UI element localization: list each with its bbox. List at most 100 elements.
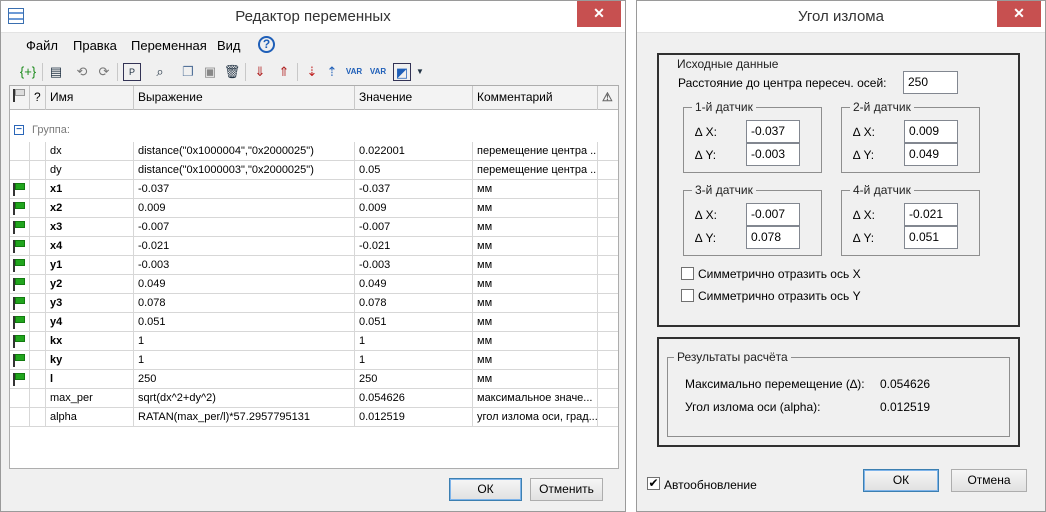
dropdown-arrow-icon[interactable]: ▼ (411, 63, 429, 81)
close-button[interactable]: ✕ (577, 1, 621, 27)
cell-comment[interactable]: мм (473, 294, 598, 313)
cell-value[interactable]: 0.009 (355, 199, 473, 218)
cell-expr[interactable]: 250 (134, 370, 355, 389)
add-var-icon[interactable]: {+} (19, 63, 37, 81)
paste-icon[interactable]: ▣ (201, 63, 219, 81)
cell-expr[interactable]: -0.007 (134, 218, 355, 237)
cell-expr[interactable]: 1 (134, 351, 355, 370)
sensor-x-input[interactable]: -0.021 (904, 203, 958, 226)
var-check-icon[interactable]: VAR (369, 63, 387, 81)
table-row[interactable]: x4 -0.021 -0.021 мм (10, 237, 618, 256)
sensor-y-input[interactable]: 0.049 (904, 143, 958, 166)
cell-value[interactable]: 250 (355, 370, 473, 389)
cell-name[interactable]: alpha (46, 408, 134, 427)
menu-edit[interactable]: Правка (73, 38, 117, 53)
settings-icon[interactable]: ◩ (393, 63, 411, 81)
header-flag[interactable] (10, 86, 30, 110)
cell-name[interactable]: y2 (46, 275, 134, 294)
cell-expr[interactable]: 0.049 (134, 275, 355, 294)
cell-name[interactable]: x2 (46, 199, 134, 218)
cell-expr[interactable]: RATAN(max_per/l)*57.2957795131 (134, 408, 355, 427)
table-row[interactable]: y2 0.049 0.049 мм (10, 275, 618, 294)
cell-expr[interactable]: 1 (134, 332, 355, 351)
menu-file[interactable]: Файл (26, 38, 58, 53)
auto-update-checkbox[interactable]: ✔ (647, 477, 660, 490)
cell-expr[interactable]: -0.037 (134, 180, 355, 199)
import-icon[interactable]: ⇓ (251, 63, 269, 81)
menu-variable[interactable]: Переменная (131, 38, 207, 53)
cell-name[interactable]: x1 (46, 180, 134, 199)
cell-value[interactable]: -0.007 (355, 218, 473, 237)
table-row[interactable]: max_per sqrt(dx^2+dy^2) 0.054626 максимальн… (10, 389, 618, 408)
mirror-x-checkbox[interactable] (681, 267, 694, 280)
help-icon[interactable]: ? (258, 36, 275, 53)
cell-comment[interactable]: перемещение центра ... (473, 142, 598, 161)
cancel-button[interactable]: Отмена (951, 469, 1027, 492)
cell-name[interactable]: x3 (46, 218, 134, 237)
cell-value[interactable]: 1 (355, 351, 473, 370)
cell-comment[interactable]: мм (473, 351, 598, 370)
copy-icon[interactable]: ❐ (179, 63, 197, 81)
cell-expr[interactable]: 0.009 (134, 199, 355, 218)
table-row[interactable]: x3 -0.007 -0.007 мм (10, 218, 618, 237)
table-row[interactable]: dx distance("0x1000004","0x2000025") 0.022… (10, 142, 618, 161)
table-row[interactable]: x1 -0.037 -0.037 мм (10, 180, 618, 199)
cell-expr[interactable]: 0.078 (134, 294, 355, 313)
cell-value[interactable]: 0.05 (355, 161, 473, 180)
cell-name[interactable]: kx (46, 332, 134, 351)
cell-value[interactable]: 0.078 (355, 294, 473, 313)
cell-name[interactable]: max_per (46, 389, 134, 408)
cell-name[interactable]: dy (46, 161, 134, 180)
cell-value[interactable]: 0.022001 (355, 142, 473, 161)
ok-button[interactable]: ОК (863, 469, 939, 492)
cell-value[interactable]: 0.049 (355, 275, 473, 294)
distance-input[interactable]: 250 (903, 71, 958, 94)
cell-expr[interactable]: distance("0x1000003","0x2000025") (134, 161, 355, 180)
cell-expr[interactable]: -0.021 (134, 237, 355, 256)
cell-expr[interactable]: distance("0x1000004","0x2000025") (134, 142, 355, 161)
cell-value[interactable]: -0.037 (355, 180, 473, 199)
cell-value[interactable]: 0.054626 (355, 389, 473, 408)
new-var-icon[interactable]: VAR (345, 63, 363, 81)
close-button[interactable]: ✕ (997, 1, 1041, 27)
ok-button[interactable]: ОК (449, 478, 522, 501)
table-row[interactable]: y1 -0.003 -0.003 мм (10, 256, 618, 275)
warning-icon[interactable]: ⚠ (598, 86, 618, 110)
cell-comment[interactable]: мм (473, 180, 598, 199)
collapse-icon[interactable]: − (14, 125, 24, 135)
table-row[interactable]: kx 1 1 мм (10, 332, 618, 351)
header-comment[interactable]: Комментарий (473, 86, 598, 110)
cell-comment[interactable]: угол излома оси, град... (473, 408, 598, 427)
cell-value[interactable]: 1 (355, 332, 473, 351)
table-row[interactable]: l 250 250 мм (10, 370, 618, 389)
sensor-x-input[interactable]: -0.007 (746, 203, 800, 226)
cell-comment[interactable]: мм (473, 313, 598, 332)
sensor-y-input[interactable]: 0.051 (904, 226, 958, 249)
cell-name[interactable]: ky (46, 351, 134, 370)
table-row[interactable]: dy distance("0x1000003","0x2000025") 0.05 п… (10, 161, 618, 180)
cell-name[interactable]: y3 (46, 294, 134, 313)
table-row[interactable]: alpha RATAN(max_per/l)*57.2957795131 0.012… (10, 408, 618, 427)
cell-comment[interactable]: мм (473, 256, 598, 275)
cell-comment[interactable]: максимальное значе... (473, 389, 598, 408)
undo-icon[interactable]: ⟲ (73, 63, 91, 81)
cancel-button[interactable]: Отменить (530, 478, 603, 501)
find-icon[interactable]: ⌕ (151, 63, 169, 81)
cell-value[interactable]: -0.021 (355, 237, 473, 256)
cell-name[interactable]: y1 (46, 256, 134, 275)
redo-icon[interactable]: ⟳ (95, 63, 113, 81)
sensor-x-input[interactable]: 0.009 (904, 120, 958, 143)
cell-name[interactable]: dx (46, 142, 134, 161)
cell-name[interactable]: y4 (46, 313, 134, 332)
cell-name[interactable]: l (46, 370, 134, 389)
properties-icon[interactable]: P (123, 63, 141, 81)
cell-expr[interactable]: sqrt(dx^2+dy^2) (134, 389, 355, 408)
cell-comment[interactable]: мм (473, 237, 598, 256)
cell-value[interactable]: 0.051 (355, 313, 473, 332)
header-expression[interactable]: Выражение (134, 86, 355, 110)
menu-view[interactable]: Вид (217, 38, 241, 53)
table-row[interactable]: y3 0.078 0.078 мм (10, 294, 618, 313)
cell-comment[interactable]: мм (473, 370, 598, 389)
sort-asc-icon[interactable]: ⇣ (303, 63, 321, 81)
mirror-y-checkbox[interactable] (681, 289, 694, 302)
